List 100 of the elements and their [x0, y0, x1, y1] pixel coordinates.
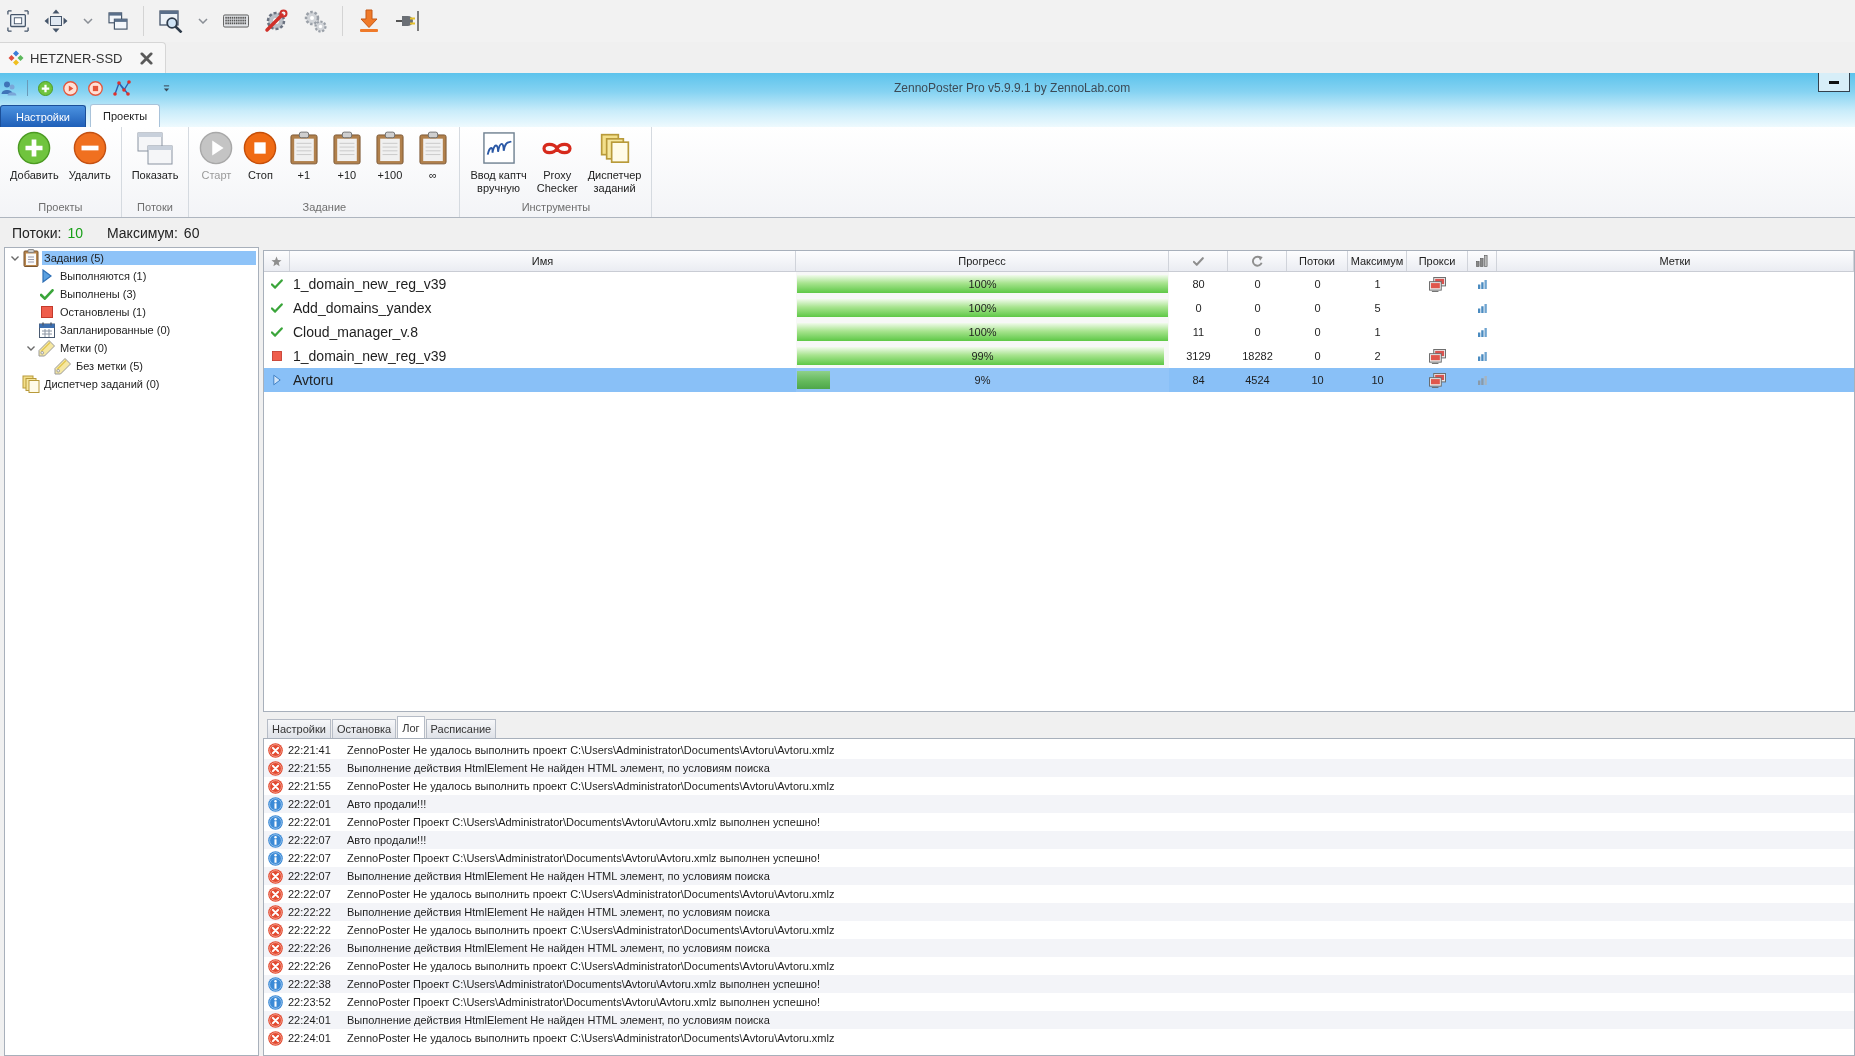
captcha-image-icon — [482, 132, 515, 164]
tree-item[interactable]: Задания (5) — [42, 251, 256, 265]
log-message: ZennoPoster Проект C:\Users\Administrator\Documents\Avtoru\Avtoru.xmlz выполнен успешно! — [347, 996, 821, 1008]
log-message: ZennoPoster Не удалось выполнить проект C:\Users\Administrator\Documents\Avtoru\Avtoru.xmlz — [347, 960, 835, 972]
ribbon-button[interactable]: +10 — [325, 130, 369, 182]
table-row[interactable]: Cloud_manager_v.8 100% 11 0 0 1 — [264, 320, 1854, 344]
log-time: 22:22:22 — [288, 924, 332, 936]
bar-chart-icon[interactable] — [1476, 255, 1488, 267]
bar-chart-icon[interactable] — [1478, 327, 1487, 337]
panel-tab[interactable]: Настройки — [267, 719, 331, 738]
table-cell: 1 — [1374, 278, 1381, 290]
group-label: Потоки — [136, 200, 174, 215]
windows-icon[interactable] — [108, 12, 128, 30]
table-cell: 0 — [1314, 326, 1321, 338]
star-icon[interactable] — [271, 255, 282, 267]
table-row[interactable]: 1_domain_new_reg_v39 99% 3129 18282 0 2 — [264, 344, 1854, 368]
screen-icon[interactable] — [7, 10, 29, 32]
documents-icon — [599, 132, 630, 164]
minimize-button[interactable] — [1818, 73, 1850, 92]
ribbon-button[interactable]: Диспетчер заданий — [582, 130, 647, 195]
table-cell: 0 — [1254, 326, 1261, 338]
log-message: Авто продали!!! — [347, 798, 427, 810]
keyboard-icon[interactable] — [223, 13, 249, 29]
log-message: Выполнение действия HtmlElement Не найден HTML элемент, по условиям поиска — [347, 1014, 770, 1026]
caret-icon[interactable] — [198, 18, 208, 24]
status-label: Потоки: — [12, 224, 62, 241]
group-label: Проекты — [37, 200, 84, 215]
log-time: 22:22:22 — [288, 906, 332, 918]
bar-chart-icon[interactable] — [1478, 303, 1487, 313]
ribbon-tab[interactable]: Проекты — [90, 104, 161, 127]
tree-item[interactable]: Остановлены (1) — [58, 305, 148, 319]
plug-icon[interactable] — [395, 10, 419, 32]
ribbon-button[interactable]: +100 — [368, 130, 412, 182]
bar-chart-icon[interactable] — [1478, 279, 1487, 289]
tools-icon[interactable] — [264, 9, 288, 33]
stop-circle-icon[interactable] — [88, 80, 103, 96]
table-cell: 4524 — [1245, 374, 1270, 386]
tree-item[interactable]: Диспетчер заданий (0) — [42, 377, 162, 391]
panel-tab[interactable]: Лог — [397, 716, 425, 738]
play-icon — [273, 374, 281, 386]
column-header[interactable]: Прогресс — [796, 251, 1169, 271]
close-icon[interactable] — [140, 51, 153, 65]
progress-text: 9% — [974, 374, 991, 386]
play-circle-icon[interactable] — [63, 80, 78, 96]
search-window-icon[interactable] — [159, 9, 183, 33]
column-header[interactable]: Имя — [290, 251, 796, 271]
ribbon-button[interactable]: Стоп — [238, 130, 283, 182]
table-row[interactable]: Avtoru 9% 84 4524 10 10 — [264, 368, 1854, 392]
tree-item[interactable]: Выполняются (1) — [58, 269, 149, 283]
chevron-icon[interactable] — [11, 255, 19, 261]
download-icon[interactable] — [358, 9, 380, 33]
gears-icon[interactable] — [303, 9, 327, 33]
check-icon — [40, 288, 54, 300]
table-cell: 84 — [1192, 374, 1205, 386]
menu-button[interactable]: Настройки — [0, 105, 86, 127]
ribbon-button[interactable]: +1 — [282, 130, 326, 182]
users-icon[interactable] — [1, 80, 17, 96]
group-label: Задание — [301, 200, 348, 215]
tree-item[interactable]: Метки (0) — [58, 341, 110, 355]
log-message: ZennoPoster Не удалось выполнить проект C:\Users\Administrator\Documents\Avtoru\Avtoru.xmlz — [347, 780, 835, 792]
customize-caret-icon[interactable] — [163, 84, 170, 92]
column-header[interactable]: Прокси — [1407, 251, 1468, 271]
ribbon-button[interactable]: Ввод каптч вручную — [465, 130, 532, 195]
add-icon[interactable] — [38, 80, 53, 96]
bar-chart-icon[interactable] — [1478, 351, 1487, 361]
clipboard-icon — [375, 131, 404, 165]
tree-item[interactable]: Выполнены (3) — [58, 287, 139, 301]
table-cell: 3129 — [1186, 350, 1211, 362]
table-cell: 0 — [1254, 302, 1261, 314]
column-header[interactable]: Максимум — [1348, 251, 1407, 271]
column-header[interactable]: Потоки — [1287, 251, 1348, 271]
refresh-icon[interactable] — [1251, 255, 1263, 267]
chevron-icon[interactable] — [27, 345, 35, 351]
table-row[interactable]: 1_domain_new_reg_v39 100% 80 0 0 1 — [264, 272, 1854, 296]
column-header[interactable]: Метки — [1497, 251, 1854, 271]
ribbon-button[interactable]: ∞ — [411, 130, 455, 182]
ribbon-button[interactable]: Proxy Checker — [531, 130, 583, 195]
log-time: 22:22:26 — [288, 960, 332, 972]
session-tab[interactable]: HETZNER-SSD — [0, 42, 166, 73]
panel-tab[interactable]: Остановка — [331, 719, 397, 738]
task-name: 1_domain_new_reg_v39 — [292, 348, 447, 364]
panel-tab[interactable]: Расписание — [425, 719, 497, 738]
log-time: 22:21:41 — [288, 744, 332, 756]
table-cell: 2 — [1374, 350, 1381, 362]
ribbon-button[interactable]: Показать — [126, 130, 184, 182]
tree-item[interactable]: Без метки (5) — [74, 359, 145, 373]
log-time: 22:21:55 — [288, 780, 332, 792]
clipboard-icon — [332, 131, 361, 165]
check-icon[interactable] — [1192, 256, 1204, 266]
tree-item[interactable]: Запланированные (0) — [58, 323, 173, 337]
caret-icon[interactable] — [83, 18, 93, 24]
graph-icon[interactable] — [113, 80, 131, 96]
progress-text: 100% — [968, 302, 997, 314]
move-icon[interactable] — [44, 9, 68, 33]
table-row[interactable]: Add_domains_yandex 100% 0 0 0 5 — [264, 296, 1854, 320]
log-time: 22:21:55 — [288, 762, 332, 774]
ribbon-button[interactable]: Удалить — [63, 130, 116, 182]
log-time: 22:22:07 — [288, 888, 332, 900]
log-time: 22:24:01 — [288, 1032, 332, 1044]
ribbon-button[interactable]: Добавить — [5, 130, 64, 182]
